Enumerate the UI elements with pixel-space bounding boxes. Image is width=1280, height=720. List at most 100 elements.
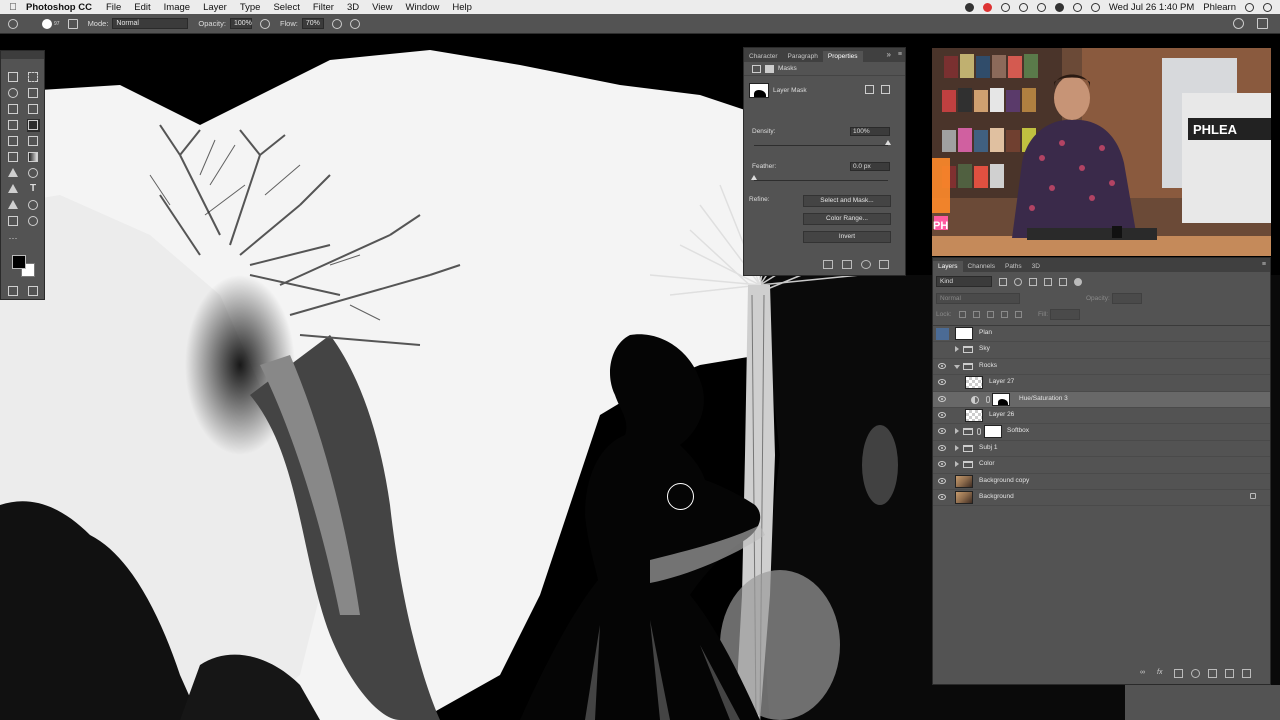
link-icon[interactable] (977, 428, 981, 436)
layer-row-subj-1[interactable]: Subj 1 (933, 441, 1270, 458)
layer-row-background-copy[interactable]: Background copy (933, 474, 1270, 490)
time-machine-icon[interactable] (1018, 2, 1028, 12)
new-layer-icon[interactable] (1225, 669, 1234, 678)
link-icon[interactable] (986, 395, 990, 403)
density-slider-handle[interactable] (885, 140, 891, 145)
mask-thumbnail[interactable] (992, 392, 1010, 406)
gradient-tool[interactable] (27, 151, 40, 164)
hand-tool[interactable] (7, 215, 20, 228)
filter-kind-select[interactable]: Kind (936, 276, 992, 287)
collapse-icon[interactable]: » (887, 50, 891, 59)
add-mask-icon[interactable] (1174, 669, 1183, 678)
lock-position-icon[interactable] (987, 311, 994, 318)
pixel-mask-icon[interactable] (752, 64, 761, 73)
lasso-tool[interactable] (7, 87, 20, 100)
trash-icon[interactable] (1242, 669, 1251, 678)
expand-arrow-icon[interactable] (955, 444, 959, 451)
type-tool[interactable]: T (27, 183, 40, 196)
move-tool[interactable] (7, 71, 20, 84)
feather-slider[interactable] (754, 180, 888, 181)
expand-arrow-icon[interactable] (955, 461, 959, 468)
color-range-button[interactable]: Color Range... (803, 213, 891, 225)
clone-stamp-tool[interactable] (7, 135, 20, 148)
visibility-eye-icon[interactable] (861, 260, 871, 269)
sync-icon[interactable] (1000, 2, 1010, 12)
tab-properties[interactable]: Properties (822, 51, 863, 62)
magic-wand-tool[interactable] (27, 87, 40, 100)
new-adjustment-icon[interactable] (1191, 669, 1200, 678)
layers-panel-menu-icon[interactable]: ≡ (1262, 261, 1266, 268)
layer-row-background[interactable]: Background (933, 490, 1270, 507)
menu-window[interactable]: Window (406, 2, 440, 13)
menu-edit[interactable]: Edit (134, 2, 150, 13)
zoom-tool[interactable] (27, 215, 40, 228)
new-group-icon[interactable] (1208, 669, 1217, 678)
pen-tool[interactable] (7, 183, 20, 196)
bluetooth-icon[interactable] (1036, 2, 1046, 12)
mode-select[interactable]: Normal (112, 18, 189, 29)
eye-icon[interactable] (938, 461, 946, 468)
brush-panel-icon[interactable] (67, 18, 78, 29)
select-and-mask-button[interactable]: Select and Mask... (803, 195, 891, 207)
path-selection-tool[interactable] (7, 199, 20, 212)
filter-type-icon[interactable] (1029, 277, 1037, 286)
eye-icon[interactable] (938, 444, 946, 451)
layer-row-layer-26[interactable]: Layer 26 (933, 408, 1270, 425)
foreground-color-swatch[interactable] (12, 255, 26, 269)
apply-mask-icon[interactable] (842, 260, 852, 269)
menu-file[interactable]: File (106, 2, 121, 13)
fill-field[interactable] (1050, 309, 1080, 320)
notification-center-icon[interactable] (1263, 2, 1272, 12)
expand-arrow-icon[interactable] (955, 346, 959, 353)
select-pixel-mask-icon[interactable] (865, 85, 874, 94)
eye-icon[interactable] (938, 477, 946, 484)
shape-tool[interactable] (27, 199, 40, 212)
layer-row-hue-saturation-3[interactable]: Hue/Saturation 3 (933, 391, 1270, 408)
eye-icon[interactable] (938, 362, 946, 369)
layer-opacity-field[interactable] (1112, 293, 1142, 304)
pressure-size-icon[interactable] (349, 18, 360, 29)
eye-icon[interactable] (938, 379, 946, 386)
tab-paragraph[interactable]: Paragraph (783, 51, 823, 62)
lock-artboard-icon[interactable] (1001, 311, 1008, 318)
lock-transparent-icon[interactable] (959, 311, 966, 318)
menu-type[interactable]: Type (240, 2, 261, 13)
quick-mask-tool[interactable] (7, 285, 20, 298)
app-menu[interactable]: Photoshop CC (26, 2, 92, 13)
feather-slider-handle[interactable] (751, 175, 757, 180)
tab-character[interactable]: Character (744, 51, 783, 62)
vector-mask-icon[interactable] (765, 64, 774, 73)
brush-tool[interactable] (27, 119, 40, 132)
feather-field[interactable]: 0.0 px (850, 162, 890, 171)
blur-tool[interactable] (7, 167, 20, 180)
dodge-tool[interactable] (27, 167, 40, 180)
spotlight-search-icon[interactable] (1245, 2, 1254, 12)
creative-cloud-icon[interactable] (982, 2, 992, 12)
apple-icon[interactable]:  (0, 2, 26, 13)
menu-image[interactable]: Image (164, 2, 190, 13)
opacity-field[interactable]: 100% (229, 18, 252, 29)
menu-3d[interactable]: 3D (347, 2, 359, 13)
lock-image-icon[interactable] (973, 311, 980, 318)
blend-mode-select[interactable]: Normal (936, 293, 1020, 304)
load-selection-icon[interactable] (823, 260, 833, 269)
collapse-arrow-icon[interactable] (954, 364, 960, 369)
tab-paths[interactable]: Paths (1000, 261, 1027, 272)
delete-mask-icon[interactable] (879, 260, 889, 269)
filter-pixel-icon[interactable] (999, 277, 1007, 286)
tools-panel-header[interactable] (1, 51, 44, 59)
menu-select[interactable]: Select (273, 2, 299, 13)
flow-field[interactable]: 70% (301, 18, 324, 29)
density-field[interactable]: 100% (850, 127, 890, 136)
filter-toggle-icon[interactable] (1074, 277, 1082, 286)
eye-icon[interactable] (938, 411, 946, 418)
layer-row-color[interactable]: Color (933, 457, 1270, 474)
lock-all-icon[interactable] (1015, 311, 1022, 318)
wifi-icon[interactable] (1054, 2, 1064, 12)
airbrush-icon[interactable] (331, 18, 342, 29)
pressure-opacity-icon[interactable] (259, 18, 270, 29)
expand-arrow-icon[interactable] (955, 428, 959, 435)
layer-row-rocks[interactable]: Rocks (933, 359, 1270, 376)
marquee-tool[interactable] (27, 71, 40, 84)
eraser-tool[interactable] (7, 151, 20, 164)
